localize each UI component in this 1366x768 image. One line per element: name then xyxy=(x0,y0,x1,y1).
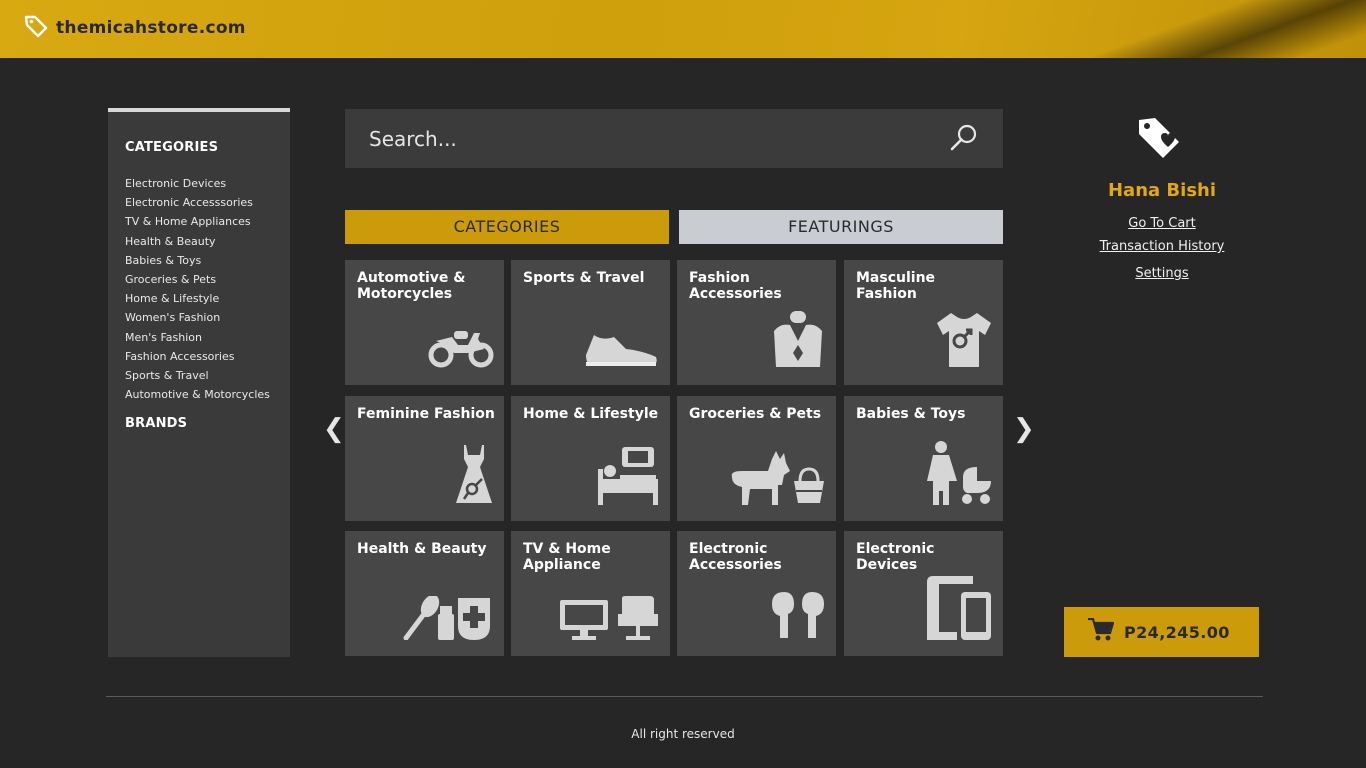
settings-link[interactable]: Settings xyxy=(1064,266,1260,281)
sidebar-item-electronic-accessories[interactable]: Electronic Accesssories xyxy=(125,193,270,212)
tile-label: Babies & Toys xyxy=(856,406,966,422)
search-input[interactable] xyxy=(367,121,931,157)
category-tile-feminine-fashion[interactable]: Feminine Fashion xyxy=(345,396,504,521)
tile-label: Health & Beauty xyxy=(357,541,487,557)
footer-divider xyxy=(106,696,1263,697)
tile-label: TV & Home Appliance xyxy=(523,541,611,573)
category-tile-masculine-fashion[interactable]: Masculine Fashion xyxy=(844,260,1003,385)
tile-label: Groceries & Pets xyxy=(689,406,822,422)
category-list: Electronic Devices Electronic Accesssori… xyxy=(125,174,270,404)
sidebar-item-fashion-accessories[interactable]: Fashion Accessories xyxy=(125,347,270,366)
category-tile-health-beauty[interactable]: Health & Beauty xyxy=(345,531,504,656)
category-tile-automotive[interactable]: Automotive & Motorcycles xyxy=(345,260,504,385)
sidebar: CATEGORIES Electronic Devices Electronic… xyxy=(108,108,290,657)
cart-total-button[interactable]: P24,245.00 xyxy=(1064,607,1259,657)
tile-label: Feminine Fashion xyxy=(357,406,495,422)
site-logo[interactable]: themicahstore.com xyxy=(24,14,246,42)
category-tile-groceries-pets[interactable]: Groceries & Pets xyxy=(677,396,836,521)
male-shirt-icon xyxy=(935,311,993,373)
category-tile-electronic-devices[interactable]: Electronic Devices xyxy=(844,531,1003,656)
earbuds-icon xyxy=(770,592,826,644)
cart-icon xyxy=(1088,617,1115,646)
carousel-prev-button[interactable]: ❮ xyxy=(323,414,345,444)
tile-label: Masculine Fashion xyxy=(856,270,936,302)
dog-basket-icon xyxy=(728,451,826,509)
sidebar-item-tv-home-appliances[interactable]: TV & Home Appliances xyxy=(125,212,270,231)
sidebar-item-womens-fashion[interactable]: Women's Fashion xyxy=(125,308,270,327)
header-texture xyxy=(1080,0,1366,58)
heart-tag-icon xyxy=(1137,116,1181,164)
carousel-next-button[interactable]: ❯ xyxy=(1013,414,1035,444)
category-tile-tv-home-appliance[interactable]: TV & Home Appliance xyxy=(511,531,670,656)
sidebar-item-sports-travel[interactable]: Sports & Travel xyxy=(125,366,270,385)
tile-label: Home & Lifestyle xyxy=(523,406,659,422)
category-tile-home-lifestyle[interactable]: Home & Lifestyle xyxy=(511,396,670,521)
necklace-icon xyxy=(770,311,826,373)
tile-label: Sports & Travel xyxy=(523,270,645,286)
sidebar-item-home-lifestyle[interactable]: Home & Lifestyle xyxy=(125,289,270,308)
sidebar-item-automotive-motorcycles[interactable]: Automotive & Motorcycles xyxy=(125,385,270,404)
motorcycle-icon xyxy=(428,323,494,373)
tile-label: Electronic Devices xyxy=(856,541,935,573)
tab-categories[interactable]: CATEGORIES xyxy=(345,210,669,244)
tile-label: Automotive & Motorcycles xyxy=(357,270,466,302)
female-dress-icon xyxy=(454,445,494,509)
sidebar-item-babies-toys[interactable]: Babies & Toys xyxy=(125,251,270,270)
sidebar-item-health-beauty[interactable]: Health & Beauty xyxy=(125,232,270,251)
user-name: Hana Bishi xyxy=(1107,180,1217,201)
cosmetics-icon xyxy=(402,594,494,644)
go-to-cart-link[interactable]: Go To Cart xyxy=(1064,216,1260,231)
brands-heading[interactable]: BRANDS xyxy=(125,416,187,431)
site-name: themicahstore.com xyxy=(56,18,246,38)
search-icon[interactable] xyxy=(949,123,979,157)
search-bar xyxy=(345,109,1003,168)
categories-heading: CATEGORIES xyxy=(125,140,219,155)
tile-label: Fashion Accessories xyxy=(689,270,782,302)
sneaker-icon xyxy=(584,329,660,373)
tv-chair-icon xyxy=(560,596,660,644)
transaction-history-link[interactable]: Transaction History xyxy=(1064,239,1260,254)
category-tile-electronic-accessories[interactable]: Electronic Accessories xyxy=(677,531,836,656)
tag-icon xyxy=(24,14,48,42)
devices-icon xyxy=(927,576,993,644)
tab-featurings[interactable]: FEATURINGS xyxy=(679,210,1003,244)
sidebar-item-mens-fashion[interactable]: Men's Fashion xyxy=(125,328,270,347)
mother-stroller-icon xyxy=(927,441,993,509)
category-tile-sports-travel[interactable]: Sports & Travel xyxy=(511,260,670,385)
category-tile-babies-toys[interactable]: Babies & Toys xyxy=(844,396,1003,521)
category-tile-fashion-accessories[interactable]: Fashion Accessories xyxy=(677,260,836,385)
sidebar-item-electronic-devices[interactable]: Electronic Devices xyxy=(125,174,270,193)
bed-tv-icon xyxy=(598,447,660,509)
cart-amount: P24,245.00 xyxy=(1124,622,1230,642)
sidebar-item-groceries-pets[interactable]: Groceries & Pets xyxy=(125,270,270,289)
top-header: themicahstore.com xyxy=(0,0,1366,58)
tile-label: Electronic Accessories xyxy=(689,541,782,573)
footer-text: All right reserved xyxy=(631,727,735,741)
